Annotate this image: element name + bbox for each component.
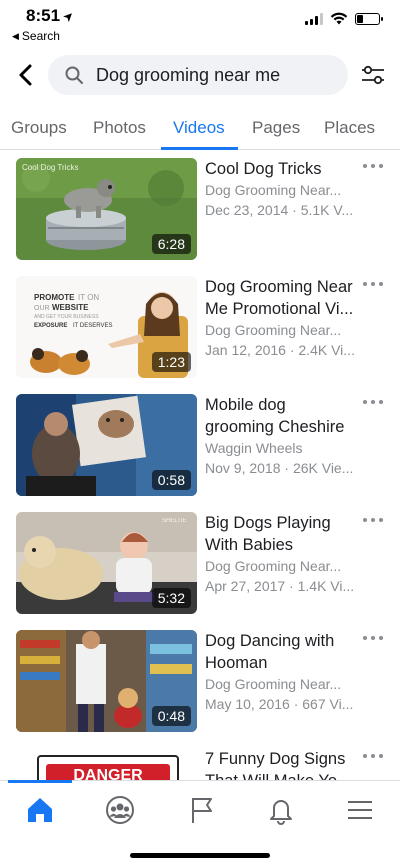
more-options-icon[interactable] bbox=[363, 398, 383, 406]
tab-videos[interactable]: Videos bbox=[173, 118, 225, 138]
video-title-block[interactable]: Big Dogs Playing With Babies Dog Groomin… bbox=[205, 512, 355, 596]
chevron-left-icon bbox=[19, 64, 32, 86]
danger-sign-text: DANGER bbox=[73, 767, 143, 780]
bell-icon[interactable] bbox=[265, 795, 297, 825]
more-options-icon[interactable] bbox=[363, 634, 383, 642]
filter-sliders-icon[interactable] bbox=[360, 63, 386, 87]
video-thumbnail[interactable]: Cool Dog Tricks 6:28 bbox=[16, 158, 197, 260]
video-title[interactable]: Cool Dog Tricks bbox=[205, 158, 355, 180]
video-meta: Dec 23, 2014 · 5.1K V... bbox=[205, 202, 354, 218]
search-bar[interactable] bbox=[48, 55, 348, 95]
video-title-block[interactable]: Dog Grooming Near Me Promotional Vi... D… bbox=[205, 276, 355, 360]
thumb-text-line: IT ON bbox=[78, 293, 99, 302]
video-title-block[interactable]: 7 Funny Dog Signs That Will Make Yo... bbox=[205, 748, 355, 780]
status-bar: 8:51 ➤ ◀ Search bbox=[0, 0, 400, 46]
status-indicators bbox=[305, 12, 383, 25]
video-duration: 0:58 bbox=[151, 470, 191, 490]
back-to-search-link[interactable]: ◀ Search bbox=[12, 29, 60, 43]
video-channel: Dog Grooming Near... bbox=[205, 182, 342, 198]
tab-pages[interactable]: Pages bbox=[252, 118, 300, 138]
more-options-icon[interactable] bbox=[363, 516, 383, 524]
video-title-block[interactable]: Dog Dancing with Hooman Dog Grooming Nea… bbox=[205, 630, 355, 714]
active-tab-indicator bbox=[161, 147, 238, 150]
video-meta: Apr 27, 2017 · 1.4K Vi... bbox=[205, 578, 355, 594]
home-icon[interactable] bbox=[24, 795, 56, 825]
video-title[interactable]: Big Dogs Playing With Babies bbox=[205, 512, 355, 556]
thumbnail-caption: Cool Dog Tricks bbox=[22, 163, 78, 172]
home-indicator-bar bbox=[130, 853, 270, 858]
active-nav-indicator bbox=[8, 780, 72, 783]
video-title-block[interactable]: Cool Dog Tricks Dog Grooming Near... Dec… bbox=[205, 158, 355, 220]
video-title[interactable]: Mobile dog grooming Cheshire bbox=[205, 394, 355, 438]
back-triangle-icon: ◀ bbox=[12, 30, 19, 41]
location-arrow-icon: ➤ bbox=[61, 8, 77, 24]
video-result-item[interactable]: SHELTIE 5:32 Big Dogs Playing With Babie… bbox=[0, 510, 400, 614]
back-to-search-label: Search bbox=[21, 29, 60, 43]
video-meta: Nov 9, 2018 · 26K Vie... bbox=[205, 460, 354, 476]
thumb-text-line: EXPOSURE bbox=[34, 323, 67, 329]
more-options-icon[interactable] bbox=[363, 752, 383, 760]
video-result-item[interactable]: Cool Dog Tricks 6:28 Cool Dog Tricks Dog… bbox=[0, 156, 400, 260]
thumb-text-line: PROMOTE bbox=[34, 293, 75, 302]
search-icon bbox=[65, 66, 83, 84]
wifi-icon bbox=[330, 12, 348, 25]
video-thumbnail[interactable]: DANGER bbox=[16, 748, 197, 780]
thumbnail-corner-text: SHELTIE bbox=[162, 518, 187, 524]
video-thumbnail[interactable]: SHELTIE 5:32 bbox=[16, 512, 197, 614]
time-text: 8:51 bbox=[26, 6, 61, 25]
video-result-item[interactable]: 0:48 Dog Dancing with Hooman Dog Groomin… bbox=[0, 628, 400, 732]
battery-icon bbox=[355, 12, 383, 25]
video-title[interactable]: Dog Dancing with Hooman bbox=[205, 630, 355, 674]
search-header bbox=[0, 53, 400, 97]
groups-icon[interactable] bbox=[104, 795, 136, 825]
bottom-tab-bar bbox=[0, 780, 400, 867]
video-channel: Waggin Wheels bbox=[205, 440, 303, 456]
search-category-tabs: Groups Photos Videos Pages Places bbox=[0, 110, 400, 150]
video-duration: 1:23 bbox=[151, 352, 191, 372]
back-button[interactable] bbox=[14, 61, 38, 89]
tab-groups[interactable]: Groups bbox=[11, 118, 67, 138]
search-input[interactable] bbox=[96, 64, 326, 86]
video-duration: 0:48 bbox=[151, 706, 191, 726]
more-options-icon[interactable] bbox=[363, 280, 383, 288]
video-title[interactable]: Dog Grooming Near Me Promotional Vi... bbox=[205, 276, 355, 320]
video-title-block[interactable]: Mobile dog grooming Cheshire Waggin Whee… bbox=[205, 394, 355, 478]
more-options-icon[interactable] bbox=[363, 162, 383, 170]
thumb-text-line: IT DESERVES bbox=[73, 323, 112, 329]
video-result-item[interactable]: PROMOTE IT ON OUR WEBSITE AND GET YOUR B… bbox=[0, 274, 400, 378]
cellular-signal-icon bbox=[305, 12, 323, 25]
thumbnail-image: DANGER bbox=[16, 748, 197, 780]
flag-icon[interactable] bbox=[186, 795, 218, 825]
tab-photos[interactable]: Photos bbox=[93, 118, 146, 138]
video-duration: 5:32 bbox=[151, 588, 191, 608]
video-channel: Dog Grooming Near... bbox=[205, 676, 342, 692]
tab-places[interactable]: Places bbox=[324, 118, 375, 138]
menu-icon[interactable] bbox=[344, 795, 376, 825]
video-duration: 6:28 bbox=[151, 234, 191, 254]
thumb-text-line: OUR bbox=[34, 305, 50, 312]
video-channel: Dog Grooming Near... bbox=[205, 322, 342, 338]
video-meta: Jan 12, 2016 · 2.4K Vi... bbox=[205, 342, 355, 358]
video-title[interactable]: 7 Funny Dog Signs That Will Make Yo... bbox=[205, 748, 355, 780]
thumb-text-line: WEBSITE bbox=[52, 303, 89, 312]
thumb-text-line: AND GET YOUR BUSINESS bbox=[34, 314, 99, 320]
video-result-item[interactable]: 0:58 Mobile dog grooming Cheshire Waggin… bbox=[0, 392, 400, 496]
video-thumbnail[interactable]: PROMOTE IT ON OUR WEBSITE AND GET YOUR B… bbox=[16, 276, 197, 378]
video-thumbnail[interactable]: 0:48 bbox=[16, 630, 197, 732]
status-time: 8:51 ➤ bbox=[26, 6, 76, 26]
video-meta: May 10, 2016 · 667 Vi... bbox=[205, 696, 354, 712]
video-result-item[interactable]: DANGER 7 Funny Dog Signs That Will Make … bbox=[0, 746, 400, 780]
video-thumbnail[interactable]: 0:58 bbox=[16, 394, 197, 496]
video-channel: Dog Grooming Near... bbox=[205, 558, 342, 574]
